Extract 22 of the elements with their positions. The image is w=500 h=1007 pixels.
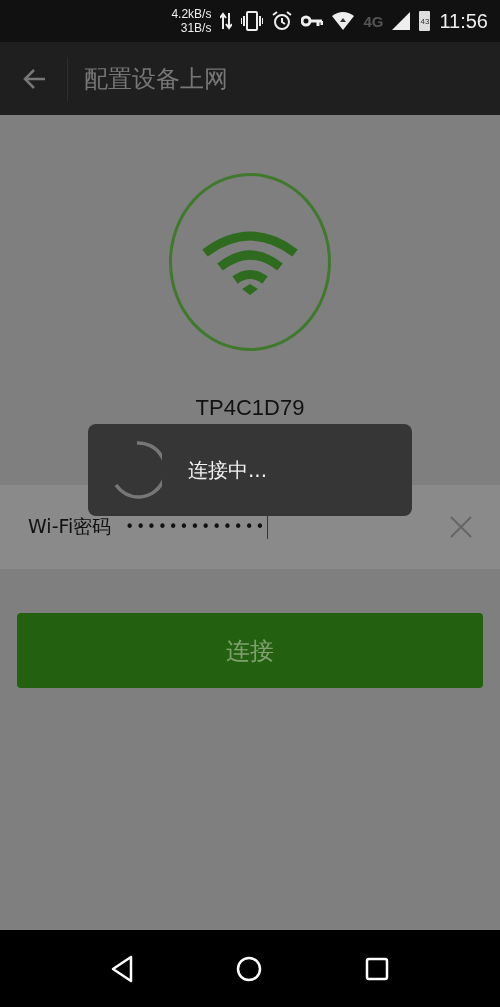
battery-icon: 43 xyxy=(419,11,431,31)
page-title: 配置设备上网 xyxy=(83,63,228,95)
vibrate-icon xyxy=(241,11,264,31)
recents-icon[interactable] xyxy=(364,956,389,981)
signal-icon xyxy=(392,12,411,30)
data-transfer-icon xyxy=(220,11,233,31)
progress-message: 连接中... xyxy=(188,456,268,484)
wifi-icon xyxy=(201,229,299,295)
wifi-icon xyxy=(332,12,355,30)
password-label: Wi-Fi密码 xyxy=(28,514,112,539)
network-type: 4G xyxy=(363,12,384,30)
alarm-icon xyxy=(272,11,293,31)
clock: 11:56 xyxy=(439,9,488,33)
home-icon[interactable] xyxy=(236,955,262,982)
network-name: TP4C1D79 xyxy=(195,395,305,421)
key-icon xyxy=(301,15,324,27)
network-speed: 4.2kB/s xyxy=(171,7,212,21)
network-speed: 31B/s xyxy=(180,21,212,35)
password-field[interactable]: ••••••••••••• xyxy=(125,515,436,539)
back-icon[interactable] xyxy=(111,954,134,983)
loading-spinner-icon xyxy=(112,440,162,500)
back-arrow-icon[interactable] xyxy=(21,67,46,90)
